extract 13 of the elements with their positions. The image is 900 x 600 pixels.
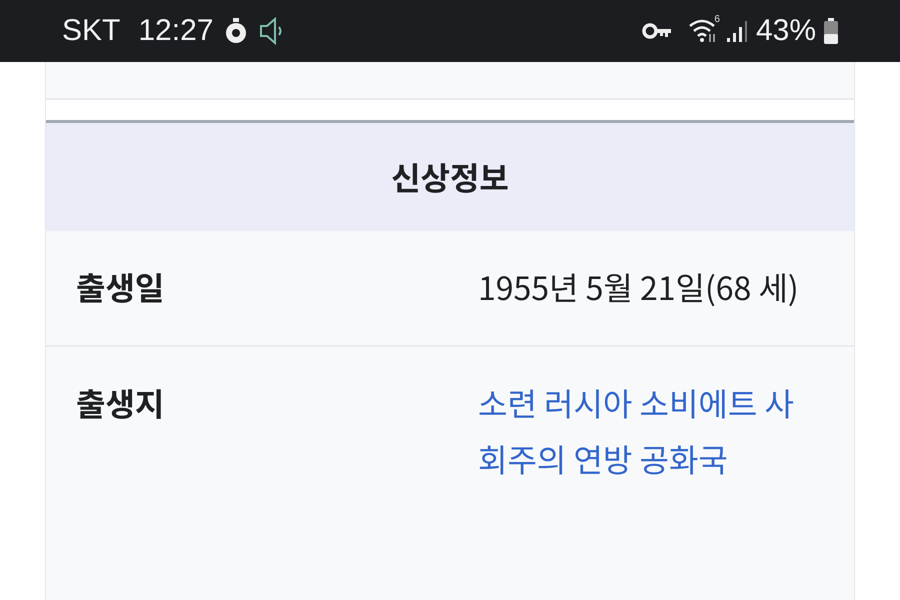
infobox-title: 신상정보 <box>46 123 854 231</box>
row-label: 출생일 <box>76 263 166 312</box>
birthplace-link[interactable]: 소련 러시아 소비에트 사회주의 연방 공화국 <box>478 375 814 575</box>
wifi-band-label: 6 <box>714 14 720 25</box>
battery-percent: 43% <box>756 14 816 48</box>
record-icon <box>225 18 248 44</box>
key-icon <box>642 22 672 40</box>
battery-icon <box>824 18 838 44</box>
row-label: 출생지 <box>76 379 166 428</box>
carrier-name: SKT <box>62 14 120 48</box>
signal-icon <box>726 19 748 43</box>
clock-time: 12:27 <box>138 14 214 48</box>
row-value: 1955년 5월 21일(68 세) <box>478 263 800 312</box>
